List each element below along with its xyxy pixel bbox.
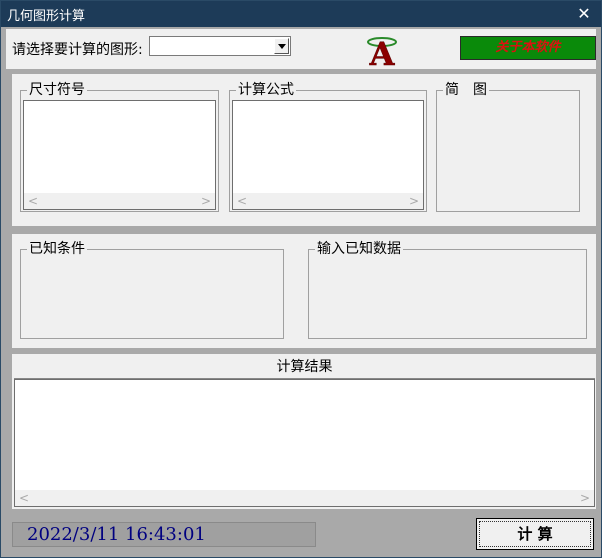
conditions-panel: 已知条件 输入已知数据: [12, 234, 596, 348]
input-known-data-label: 输入已知数据: [315, 241, 403, 257]
result-header: 计算结果: [14, 356, 595, 379]
horizontal-scrollbar[interactable]: < >: [15, 490, 594, 506]
known-conditions-group: 已知条件: [20, 241, 284, 339]
horizontal-scrollbar[interactable]: < >: [233, 193, 423, 209]
calculate-button-label: 计 算: [517, 525, 553, 543]
calculate-button[interactable]: 计 算: [476, 518, 594, 550]
diagram-group: 简 图: [436, 82, 580, 212]
datetime-display: 2022/3/11 16:43:01: [12, 522, 316, 547]
chevron-down-icon[interactable]: [274, 38, 289, 54]
result-output[interactable]: < >: [14, 379, 595, 507]
title-bar[interactable]: 几何图形计算 ✕: [1, 1, 601, 27]
formula-panel: 尺寸符号 < > 计算公式 < > 简 图: [12, 74, 596, 226]
about-button[interactable]: 关于本软件: [460, 36, 596, 60]
scroll-left-icon[interactable]: <: [17, 490, 31, 506]
scroll-right-icon[interactable]: >: [199, 193, 213, 209]
formula-group: 计算公式 < >: [229, 82, 427, 212]
dimension-symbols-group: 尺寸符号 < >: [20, 82, 219, 212]
main-window: 几何图形计算 ✕ 请选择要计算的图形: A 关于本软件 尺寸符号 < > 计算公…: [0, 0, 602, 558]
dimension-symbols-list[interactable]: < >: [23, 100, 216, 210]
scroll-right-icon[interactable]: >: [578, 490, 592, 506]
shape-select[interactable]: [149, 36, 291, 56]
diagram-label: 简 图: [443, 82, 489, 98]
select-shape-label: 请选择要计算的图形:: [12, 42, 143, 58]
close-icon[interactable]: ✕: [567, 1, 601, 27]
dimension-symbols-label: 尺寸符号: [27, 82, 87, 98]
formula-list[interactable]: < >: [232, 100, 424, 210]
scroll-right-icon[interactable]: >: [407, 193, 421, 209]
formula-label: 计算公式: [236, 82, 296, 98]
known-conditions-label: 已知条件: [27, 241, 87, 257]
horizontal-scrollbar[interactable]: < >: [24, 193, 215, 209]
scroll-left-icon[interactable]: <: [26, 193, 40, 209]
logo-icon: A: [367, 35, 397, 69]
window-title: 几何图形计算: [7, 9, 86, 24]
scroll-left-icon[interactable]: <: [235, 193, 249, 209]
input-known-data-group: 输入已知数据: [308, 241, 587, 339]
logo-letter: A: [369, 35, 396, 69]
